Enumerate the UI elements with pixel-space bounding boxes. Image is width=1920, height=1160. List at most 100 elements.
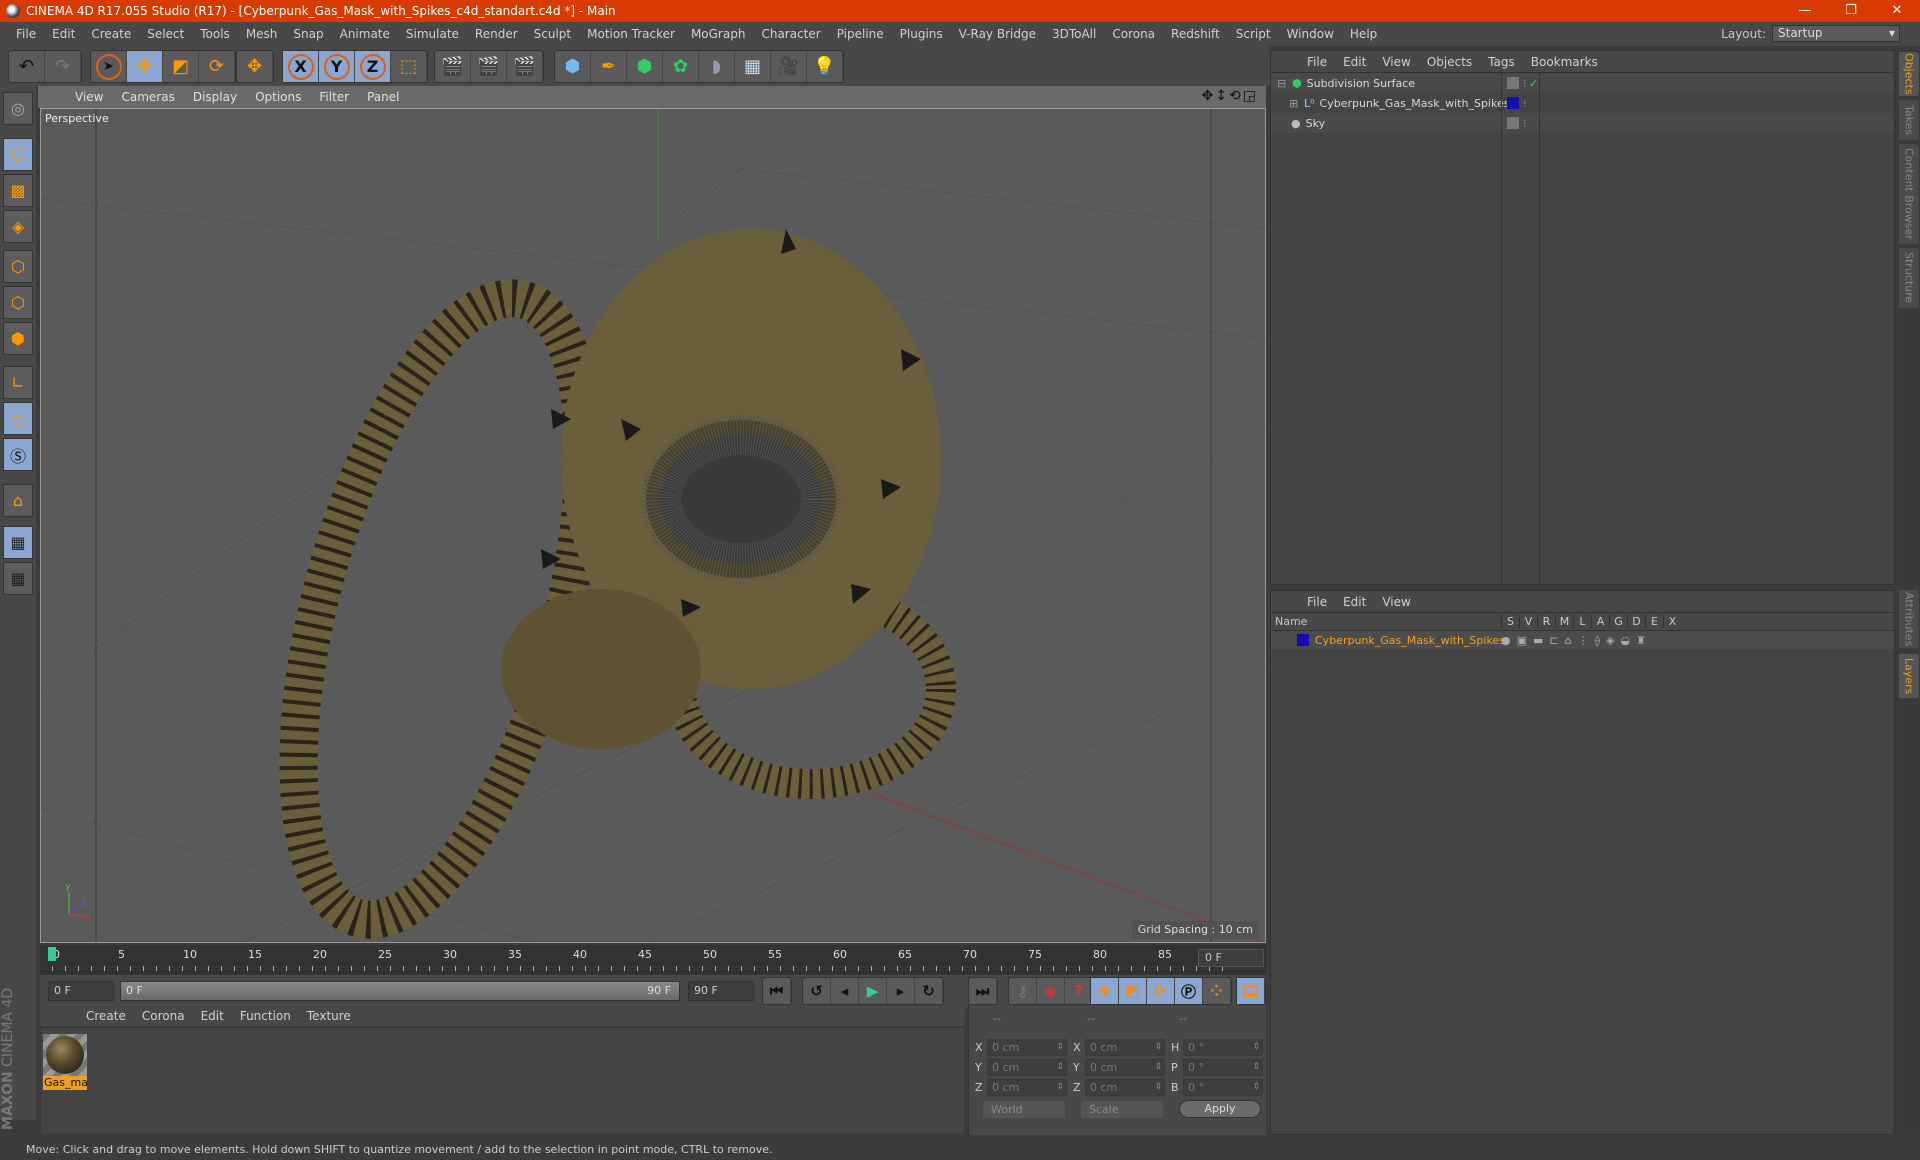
- viewport-menu-filter[interactable]: Filter: [310, 90, 358, 104]
- material-menu-texture[interactable]: Texture: [299, 1009, 359, 1023]
- current-frame-field[interactable]: 0 F: [1198, 949, 1264, 967]
- layer-flag-icons[interactable]: ●▣▬⊏⌂⋮⟠◈◒♜: [1501, 634, 1652, 647]
- key-rotation-icon[interactable]: ⟳: [1147, 978, 1175, 1004]
- workplane-icon[interactable]: ▦: [3, 562, 33, 595]
- viewport-menu-display[interactable]: Display: [184, 90, 246, 104]
- magnet-icon[interactable]: ⌂: [3, 484, 33, 517]
- size-z-field[interactable]: 0 cm: [1085, 1079, 1165, 1096]
- viewport-menu-cameras[interactable]: Cameras: [112, 90, 183, 104]
- camera-icon[interactable]: 🎥: [771, 51, 807, 82]
- column-view[interactable]: V: [1519, 615, 1537, 628]
- pos-y-field[interactable]: 0 cm: [987, 1059, 1067, 1076]
- close-button[interactable]: ✕: [1874, 0, 1920, 22]
- render-settings-icon[interactable]: 🎬: [507, 51, 543, 82]
- subdivision-surface-icon[interactable]: ⬢: [627, 51, 663, 82]
- column-name[interactable]: Name: [1271, 615, 1501, 628]
- layer-color-swatch[interactable]: [1507, 117, 1519, 129]
- edges-mode-icon[interactable]: ⬡: [3, 286, 33, 319]
- light-icon[interactable]: 💡: [807, 51, 843, 82]
- select-tool-icon[interactable]: ➤: [91, 51, 127, 82]
- record-keys-icon[interactable]: ⚷: [1009, 978, 1037, 1004]
- material-menu-create[interactable]: Create: [78, 1009, 134, 1023]
- dolly-icon[interactable]: ↕: [1215, 88, 1229, 104]
- objects-menu-bookmarks[interactable]: Bookmarks: [1523, 55, 1606, 69]
- viewport-perspective[interactable]: Perspective Y Z X Grid Spacing : 10 cm: [40, 108, 1266, 943]
- column-deformers[interactable]: D: [1627, 615, 1645, 628]
- menu-motion-tracker[interactable]: Motion Tracker: [579, 27, 683, 41]
- menu-mograph[interactable]: MoGraph: [683, 27, 754, 41]
- axis-mode-icon[interactable]: ∟: [3, 366, 33, 399]
- pos-z-field[interactable]: 0 cm: [987, 1079, 1067, 1096]
- pan-icon[interactable]: ✥: [1202, 88, 1216, 104]
- menu-file[interactable]: File: [8, 27, 44, 41]
- lock-workplane-icon[interactable]: ▦: [3, 526, 33, 559]
- object-row-gas-mask[interactable]: ⊞ L⁰ Cyberpunk_Gas_Mask_with_Spikes ⁝: [1271, 93, 1894, 113]
- size-x-field[interactable]: 0 cm: [1085, 1039, 1165, 1056]
- redo-icon[interactable]: ↷: [45, 51, 81, 82]
- viewport-menu-view[interactable]: View: [66, 90, 112, 104]
- goto-end-icon[interactable]: ⏭: [969, 978, 997, 1004]
- render-picture-viewer-icon[interactable]: 🎬: [471, 51, 507, 82]
- apply-button[interactable]: Apply: [1179, 1100, 1261, 1118]
- tab-structure[interactable]: Structure: [1899, 248, 1919, 308]
- goto-start-icon[interactable]: ⏮: [763, 978, 791, 1004]
- coordinate-system-icon[interactable]: ⬚: [391, 51, 427, 82]
- undo-icon[interactable]: ↶: [9, 51, 45, 82]
- z-axis-lock-button[interactable]: Z: [355, 51, 391, 82]
- keyframe-selection-icon[interactable]: ?: [1065, 978, 1093, 1004]
- menu-redshift[interactable]: Redshift: [1163, 27, 1228, 41]
- coordinate-mode-dropdown[interactable]: World: [983, 1101, 1065, 1118]
- texture-mode-icon[interactable]: ▩: [3, 174, 33, 207]
- tab-takes[interactable]: Takes: [1899, 100, 1919, 140]
- timeline-ruler[interactable]: 051015202530354045505560657075808590 0 F: [40, 945, 1266, 975]
- menu-tools[interactable]: Tools: [192, 27, 238, 41]
- snap-icon[interactable]: Ⓢ: [3, 438, 33, 471]
- menu-help[interactable]: Help: [1342, 27, 1385, 41]
- column-generators[interactable]: G: [1609, 615, 1627, 628]
- collapse-icon[interactable]: ⊟: [1277, 77, 1287, 90]
- column-expressions[interactable]: E: [1645, 615, 1663, 628]
- menu-corona[interactable]: Corona: [1104, 27, 1163, 41]
- tab-objects[interactable]: Objects: [1899, 52, 1919, 96]
- object-row-subdivision-surface[interactable]: ⊟ ⬢ Subdivision Surface ⁝ ✓: [1271, 73, 1894, 93]
- column-xref[interactable]: X: [1663, 615, 1681, 628]
- next-frame-icon[interactable]: ▸: [887, 978, 915, 1004]
- prev-frame-icon[interactable]: ◂: [831, 978, 859, 1004]
- key-scale-icon[interactable]: ◩: [1119, 978, 1147, 1004]
- enabled-check-icon[interactable]: ✓: [1529, 77, 1538, 90]
- rot-h-field[interactable]: 0 °: [1183, 1039, 1263, 1056]
- transform-tool-icon[interactable]: ✥: [237, 51, 273, 82]
- make-editable-icon[interactable]: ◎: [3, 92, 33, 125]
- deformer-icon[interactable]: ◗: [699, 51, 735, 82]
- menu-plugins[interactable]: Plugins: [892, 27, 951, 41]
- menu-edit[interactable]: Edit: [44, 27, 83, 41]
- playhead[interactable]: [48, 947, 56, 961]
- orbit-icon[interactable]: ⟲: [1229, 88, 1243, 104]
- column-manager[interactable]: M: [1555, 615, 1573, 628]
- menu-script[interactable]: Script: [1228, 27, 1279, 41]
- timeline-window-icon[interactable]: 🎞: [1237, 978, 1265, 1004]
- viewport-menu-options[interactable]: Options: [246, 90, 310, 104]
- expand-icon[interactable]: ⊞: [1289, 97, 1299, 110]
- menu-snap[interactable]: Snap: [285, 27, 331, 41]
- objects-menu-file[interactable]: File: [1299, 55, 1335, 69]
- y-axis-lock-button[interactable]: Y: [319, 51, 355, 82]
- layer-row[interactable]: Cyberpunk_Gas_Mask_with_Spikes ●▣▬⊏⌂⋮⟠◈◒…: [1271, 631, 1894, 649]
- material-item[interactable]: Gas_mas: [43, 1034, 87, 1092]
- layers-menu-edit[interactable]: Edit: [1335, 595, 1374, 609]
- points-mode-icon[interactable]: ⬡: [3, 250, 33, 283]
- end-frame-field[interactable]: 90 F: [688, 981, 754, 1001]
- tab-layers[interactable]: Layers: [1899, 654, 1919, 698]
- layout-select[interactable]: Startup: [1772, 25, 1900, 42]
- visibility-dots-icon[interactable]: ⁝: [1523, 117, 1527, 130]
- autokey-icon[interactable]: ◉: [1037, 978, 1065, 1004]
- column-divider[interactable]: [1539, 73, 1540, 585]
- objects-menu-objects[interactable]: Objects: [1419, 55, 1480, 69]
- maximize-button[interactable]: ❐: [1828, 0, 1874, 22]
- rot-p-field[interactable]: 0 °: [1183, 1059, 1263, 1076]
- frame-range-slider[interactable]: 0 F 90 F: [120, 981, 680, 1001]
- pos-x-field[interactable]: 0 cm: [987, 1039, 1067, 1056]
- layer-color-swatch[interactable]: [1507, 77, 1519, 89]
- cloner-icon[interactable]: ✿: [663, 51, 699, 82]
- timeline-scale[interactable]: 051015202530354045505560657075808590: [48, 945, 1237, 973]
